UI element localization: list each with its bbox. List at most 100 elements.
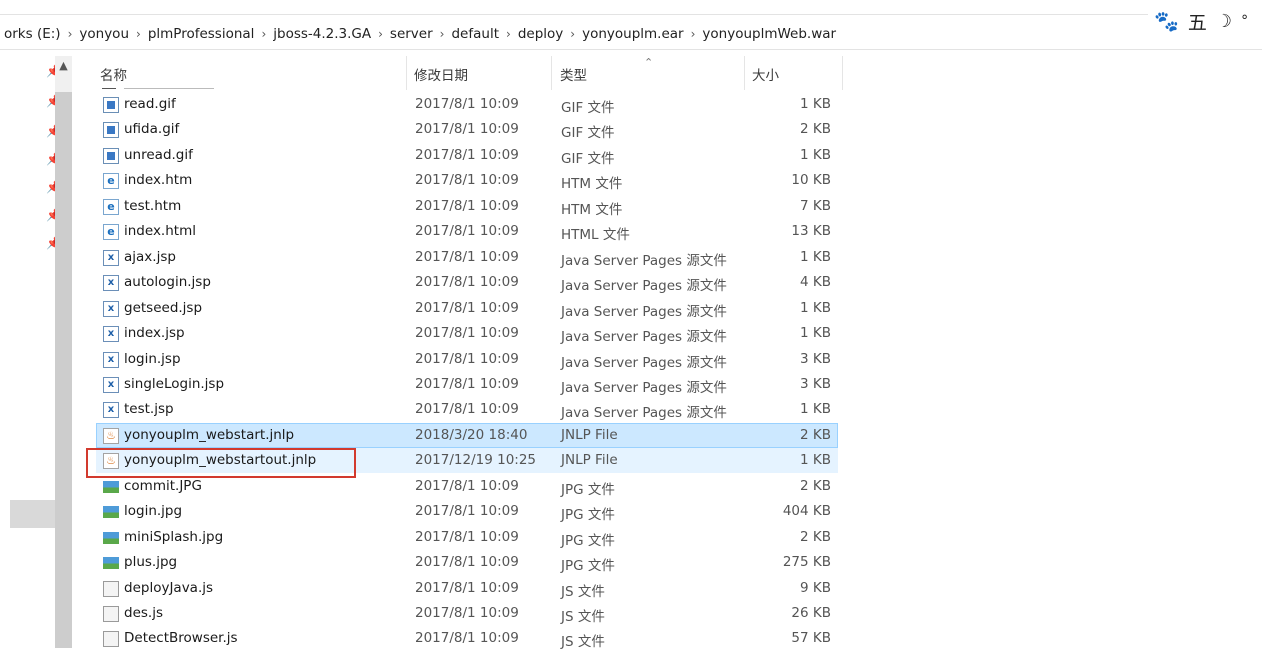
file-row[interactable]: ♨ yonyouplm_webstart.jnlp 2018/3/20 18:40 J…	[96, 422, 838, 448]
file-size: 4 KB	[800, 274, 831, 291]
file-name: autologin.jsp	[124, 274, 211, 291]
file-type: GIF 文件	[561, 150, 615, 167]
file-date: 2017/8/1 10:09	[415, 528, 519, 545]
file-row[interactable]: x index.jsp 2017/8/1 10:09 Java Server Page…	[96, 321, 838, 346]
breadcrumb-item[interactable]: plmProfessional	[148, 26, 255, 42]
file-date: 2017/8/1 10:09	[415, 375, 519, 392]
file-row[interactable]: miniSplash.jpg 2017/8/1 10:09 JPG 文件 2 KB	[96, 525, 838, 550]
file-row[interactable]: deployJava.js 2017/8/1 10:09 JS 文件 9 KB	[96, 576, 838, 601]
jsp-file-icon: x	[103, 326, 119, 343]
file-row[interactable]: e test.htm 2017/8/1 10:09 HTM 文件 7 KB	[96, 194, 838, 219]
file-date: 2017/8/1 10:09	[415, 477, 519, 494]
file-date: 2017/8/1 10:09	[415, 401, 519, 418]
file-row[interactable]: ufida.gif 2017/8/1 10:09 GIF 文件 2 KB	[96, 117, 838, 142]
file-name: test.htm	[124, 197, 182, 214]
file-name: des.js	[124, 605, 163, 621]
column-divider[interactable]	[744, 56, 745, 90]
file-size: 1 KB	[800, 248, 831, 265]
file-type: Java Server Pages 源文件	[561, 303, 727, 320]
breadcrumb-item[interactable]: deploy	[518, 26, 563, 42]
breadcrumb-item[interactable]: yonyou	[79, 26, 129, 42]
file-date: 2017/8/1 10:09	[415, 554, 519, 571]
file-name: login.jpg	[124, 503, 183, 520]
file-type: Java Server Pages 源文件	[561, 252, 727, 269]
moon-icon[interactable]: ☽	[1216, 11, 1232, 32]
breadcrumb-item[interactable]: yonyouplm.ear	[582, 26, 684, 42]
file-type: JPG 文件	[561, 532, 615, 549]
column-header-date[interactable]: 修改日期	[414, 64, 468, 84]
file-row[interactable]: x getseed.jsp 2017/8/1 10:09 Java Server Pa…	[96, 296, 838, 321]
file-row[interactable]: plus.jpg 2017/8/1 10:09 JPG 文件 275 KB	[96, 550, 838, 575]
file-date: 2017/8/1 10:09	[415, 223, 519, 240]
column-header-name[interactable]: 名称	[100, 64, 127, 84]
nav-item-selected[interactable]	[10, 500, 55, 528]
file-name: ajax.jsp	[124, 248, 176, 265]
file-type: Java Server Pages 源文件	[561, 354, 727, 371]
file-row[interactable]: x singleLogin.jsp 2017/8/1 10:09 Java Serve…	[96, 372, 838, 397]
file-row[interactable]: e index.html 2017/8/1 10:09 HTML 文件 13 KB	[96, 219, 838, 244]
file-row[interactable]: e index.htm 2017/8/1 10:09 HTM 文件 10 KB	[96, 168, 838, 193]
jpg-file-icon	[103, 557, 119, 570]
breadcrumb-item[interactable]: server	[390, 26, 433, 42]
file-size: 13 KB	[791, 223, 831, 240]
file-date: 2017/8/1 10:09	[415, 274, 519, 291]
column-divider[interactable]	[551, 56, 552, 90]
file-row[interactable]: login.jpg 2017/8/1 10:09 JPG 文件 404 KB	[96, 499, 838, 524]
file-date: 2018/3/20 18:40	[415, 426, 528, 443]
jsp-file-icon: x	[103, 402, 119, 419]
punctuation-icon[interactable]: °	[1241, 13, 1248, 29]
breadcrumb-separator-icon[interactable]: ›	[378, 27, 383, 41]
file-size: 3 KB	[800, 350, 831, 367]
java-jnlp-icon: ♨	[103, 427, 119, 444]
scroll-up-arrow-icon[interactable]: ▲	[56, 59, 71, 75]
jsp-file-icon: x	[103, 376, 119, 393]
breadcrumb-separator-icon[interactable]: ›	[68, 27, 73, 41]
file-row[interactable]: DetectBrowser.js 2017/8/1 10:09 JS 文件 57 KB	[96, 626, 838, 651]
file-name: index.html	[124, 223, 196, 240]
file-row[interactable]: des.js 2017/8/1 10:09 JS 文件 26 KB	[96, 601, 838, 626]
nav-scrollbar-thumb[interactable]	[55, 92, 72, 648]
breadcrumb-separator-icon[interactable]: ›	[136, 27, 141, 41]
breadcrumb-separator-icon[interactable]: ›	[570, 27, 575, 41]
breadcrumb-item[interactable]: orks (E:)	[4, 26, 61, 42]
column-header-type[interactable]: 类型	[560, 64, 587, 84]
breadcrumb-item[interactable]: jboss-4.2.3.GA	[273, 26, 371, 42]
file-name: read.gif	[124, 96, 176, 112]
file-size: 275 KB	[782, 554, 831, 571]
file-date: 2017/8/1 10:09	[415, 605, 519, 621]
ime-mode-label[interactable]: 五	[1188, 8, 1207, 35]
ime-toolbar[interactable]: 🐾 五 ☽ °	[1148, 6, 1262, 36]
file-size: 1 KB	[800, 96, 831, 112]
file-name: commit.JPG	[124, 477, 202, 494]
js-file-icon	[103, 606, 119, 622]
breadcrumb-item[interactable]: default	[451, 26, 499, 42]
file-row[interactable]: x autologin.jsp 2017/8/1 10:09 Java Server …	[96, 270, 838, 295]
file-row[interactable]: read.gif 2017/8/1 10:09 GIF 文件 1 KB	[96, 92, 838, 117]
breadcrumb-separator-icon[interactable]: ›	[440, 27, 445, 41]
file-size: 2 KB	[800, 426, 831, 443]
file-type: JS 文件	[561, 609, 605, 625]
breadcrumb-separator-icon[interactable]: ›	[261, 27, 266, 41]
file-row[interactable]: unread.gif 2017/8/1 10:09 GIF 文件 1 KB	[96, 143, 838, 168]
column-header-size[interactable]: 大小	[752, 64, 779, 84]
file-row[interactable]: x test.jsp 2017/8/1 10:09 Java Server Pages…	[96, 397, 838, 422]
file-name: plus.jpg	[124, 554, 178, 571]
file-row[interactable]: x login.jsp 2017/8/1 10:09 Java Server Page…	[96, 347, 838, 372]
breadcrumb-separator-icon[interactable]: ›	[691, 27, 696, 41]
column-divider[interactable]	[406, 56, 407, 90]
file-name: test.jsp	[124, 401, 174, 418]
file-type: Java Server Pages 源文件	[561, 329, 727, 346]
jsp-file-icon: x	[103, 275, 119, 292]
address-bar[interactable]: orks (E:) › yonyou › plmProfessional › jboss-4…	[0, 14, 1262, 50]
file-row[interactable]: x ajax.jsp 2017/8/1 10:09 Java Server Pages…	[96, 245, 838, 270]
breadcrumb-item[interactable]: yonyouplmWeb.war	[702, 26, 836, 42]
file-type: JPG 文件	[561, 507, 615, 524]
file-name: index.htm	[124, 172, 193, 189]
file-size: 1 KB	[800, 325, 831, 342]
breadcrumb-separator-icon[interactable]: ›	[506, 27, 511, 41]
column-divider[interactable]	[842, 56, 843, 90]
paw-icon[interactable]: 🐾	[1154, 9, 1179, 33]
jpg-file-icon	[103, 480, 119, 493]
file-size: 1 KB	[800, 146, 831, 163]
file-type: JNLP File	[561, 452, 618, 469]
